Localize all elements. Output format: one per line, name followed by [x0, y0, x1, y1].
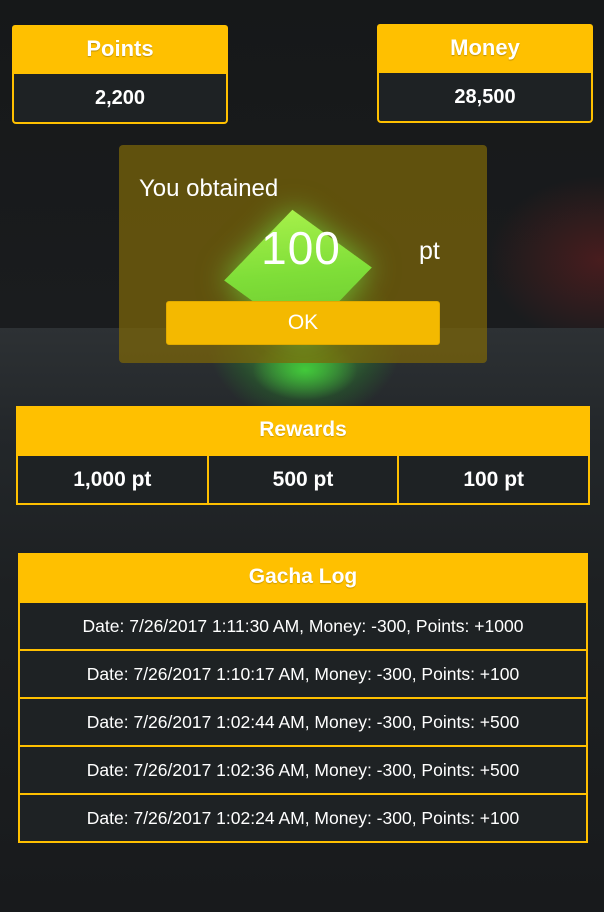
gacha-log-title: Gacha Log — [18, 553, 588, 601]
log-entry: Date: 7/26/2017 1:02:36 AM, Money: -300,… — [18, 745, 588, 795]
obtained-unit: pt — [419, 237, 440, 265]
points-label: Points — [12, 25, 228, 72]
reward-item: 100 pt — [397, 454, 591, 505]
obtained-dialog: You obtained 100 pt OK — [119, 145, 487, 363]
log-entry: Date: 7/26/2017 1:10:17 AM, Money: -300,… — [18, 649, 588, 699]
log-entry: Date: 7/26/2017 1:02:24 AM, Money: -300,… — [18, 793, 588, 843]
log-entry: Date: 7/26/2017 1:02:44 AM, Money: -300,… — [18, 697, 588, 747]
points-value: 2,200 — [12, 72, 228, 124]
gacha-log-list[interactable]: Date: 7/26/2017 1:11:30 AM, Money: -300,… — [18, 601, 588, 843]
rewards-row: 1,000 pt 500 pt 100 pt — [16, 454, 591, 505]
log-entry: Date: 7/26/2017 1:11:30 AM, Money: -300,… — [18, 601, 588, 651]
money-panel: Money 28,500 — [377, 24, 593, 123]
gacha-log-panel: Gacha Log Date: 7/26/2017 1:11:30 AM, Mo… — [18, 553, 588, 843]
dialog-title: You obtained — [139, 175, 279, 202]
money-label: Money — [377, 24, 593, 71]
money-value: 28,500 — [377, 71, 593, 123]
rewards-title: Rewards — [16, 406, 590, 454]
rewards-panel: Rewards 1,000 pt 500 pt 100 pt — [16, 406, 591, 505]
points-panel: Points 2,200 — [12, 25, 228, 124]
reward-item: 500 pt — [206, 454, 400, 505]
reward-item: 1,000 pt — [16, 454, 209, 505]
ok-button[interactable]: OK — [166, 301, 440, 345]
